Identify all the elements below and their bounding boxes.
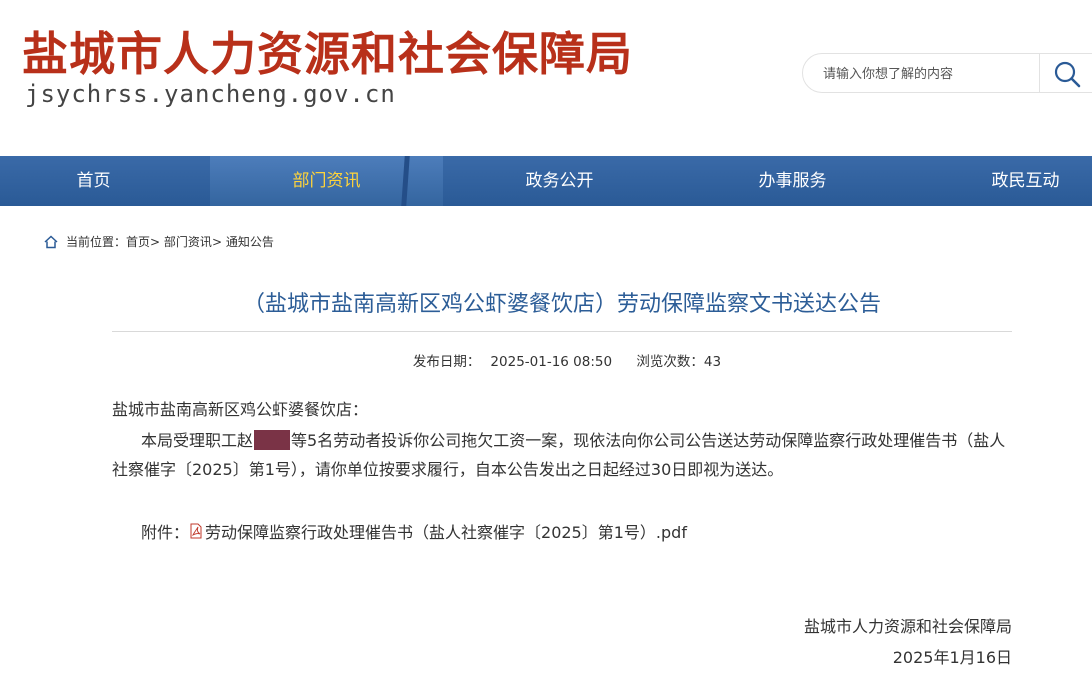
site-header: 盐城市人力资源和社会保障局 jsychrss.yancheng.gov.cn — [0, 0, 1092, 156]
site-title[interactable]: 盐城市人力资源和社会保障局 — [22, 18, 633, 84]
attachment-label: 附件： — [141, 523, 190, 542]
signature-org: 盐城市人力资源和社会保障局 — [803, 617, 1012, 636]
attachment: 附件： 劳动保障监察行政处理催告书（盐人社察催字〔2025〕第1号）.pdf — [141, 519, 687, 543]
main-nav: 首页 部门资讯 政务公开 办事服务 政民互动 — [0, 156, 1092, 206]
views-count: 43 — [703, 354, 722, 370]
home-icon — [44, 234, 58, 248]
search-divider — [1039, 54, 1040, 92]
nav-item-home[interactable]: 首页 — [0, 156, 210, 206]
search-input[interactable] — [821, 54, 1035, 94]
breadcrumb-separator: > — [150, 234, 161, 249]
breadcrumb-department-news[interactable]: 部门资讯 — [164, 233, 212, 250]
views-label: 浏览次数： — [636, 354, 704, 370]
title-divider — [112, 331, 1012, 332]
search-button[interactable] — [1051, 58, 1083, 90]
nav-item-interaction[interactable]: 政民互动 — [909, 156, 1092, 206]
paragraph-start: 本局受理职工赵 — [141, 431, 254, 450]
site-domain: jsychrss.yancheng.gov.cn — [25, 80, 396, 108]
nav-item-services[interactable]: 办事服务 — [676, 156, 909, 206]
publish-date: 2025-01-16 08:50 — [490, 354, 613, 370]
breadcrumb-prefix: 当前位置： — [66, 235, 127, 249]
publish-date-label: 发布日期： — [412, 354, 481, 370]
redaction-block — [254, 430, 291, 450]
search-box — [802, 53, 1092, 94]
breadcrumb-separator: > — [211, 234, 222, 249]
article-paragraph: 本局受理职工赵 等5名劳动者投诉你公司拖欠工资一案，现依法向你公司公告送达劳动保障… — [112, 426, 1012, 484]
article-title: （盐城市盐南高新区鸡公虾婆餐饮店）劳动保障监察文书送达公告 — [242, 292, 881, 317]
signature-date: 2025年1月16日 — [892, 648, 1012, 667]
salutation: 盐城市盐南高新区鸡公虾婆餐饮店： — [112, 400, 369, 419]
article-meta: 发布日期： 2025-01-16 08:50 浏览次数：43 — [112, 350, 1012, 370]
breadcrumb-home[interactable]: 首页 — [126, 233, 150, 250]
breadcrumb-notices[interactable]: 通知公告 — [226, 233, 274, 250]
pdf-icon — [190, 523, 202, 539]
attachment-link[interactable]: 劳动保障监察行政处理催告书（盐人社察催字〔2025〕第1号）.pdf — [205, 519, 687, 543]
breadcrumb: 当前位置： 首页 > 部门资讯 > 通知公告 — [44, 233, 274, 250]
nav-item-government-affairs[interactable]: 政务公开 — [443, 156, 676, 206]
search-icon — [1054, 61, 1081, 88]
